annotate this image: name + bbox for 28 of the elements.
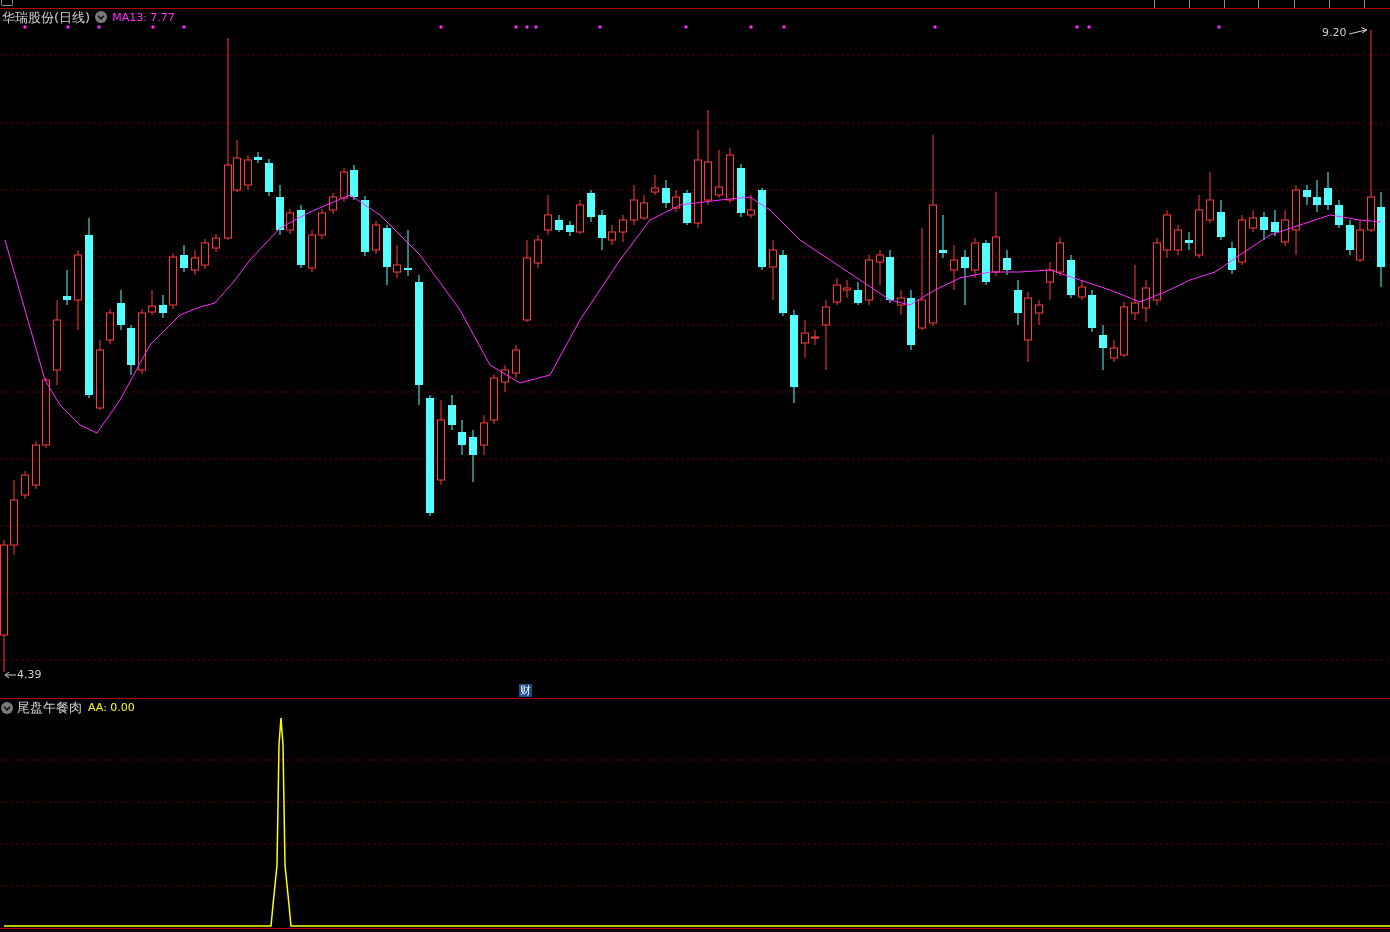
event-marker-icon[interactable] (514, 25, 518, 29)
chart-title: 华瑞股份(日线) (2, 10, 91, 24)
event-marker-icon[interactable] (1075, 25, 1079, 29)
event-marker-icon[interactable] (782, 25, 786, 29)
collapse-chevron-icon[interactable] (1, 701, 13, 714)
event-marker-icon[interactable] (66, 25, 70, 29)
event-marker-icon[interactable] (439, 25, 443, 29)
event-badge[interactable]: 财 (519, 684, 532, 697)
event-marker-icon[interactable] (182, 25, 186, 29)
pointer-arrow-icon (1348, 27, 1368, 35)
event-marker-icon[interactable] (684, 25, 688, 29)
event-marker-icon[interactable] (933, 25, 937, 29)
high-price-label: 9.20 (1322, 27, 1347, 38)
low-price-label: 4.39 (17, 669, 42, 680)
event-marker-icon[interactable] (97, 25, 101, 29)
event-marker-icon[interactable] (749, 25, 753, 29)
event-marker-icon[interactable] (525, 25, 529, 29)
event-marker-icon[interactable] (534, 25, 538, 29)
event-marker-icon[interactable] (598, 25, 602, 29)
event-marker-icon[interactable] (1217, 25, 1221, 29)
event-marker-icon[interactable] (23, 25, 27, 29)
pointer-arrow-icon (4, 671, 17, 679)
ma-indicator-label: MA13: 7.77 (112, 11, 175, 23)
event-marker-icon[interactable] (151, 25, 155, 29)
event-marker-icon[interactable] (1087, 25, 1091, 29)
indicator-title: 尾盘午餐肉 (17, 701, 82, 714)
aa-indicator-label: AA: 0.00 (88, 702, 135, 713)
collapse-chevron-icon[interactable] (95, 11, 108, 23)
